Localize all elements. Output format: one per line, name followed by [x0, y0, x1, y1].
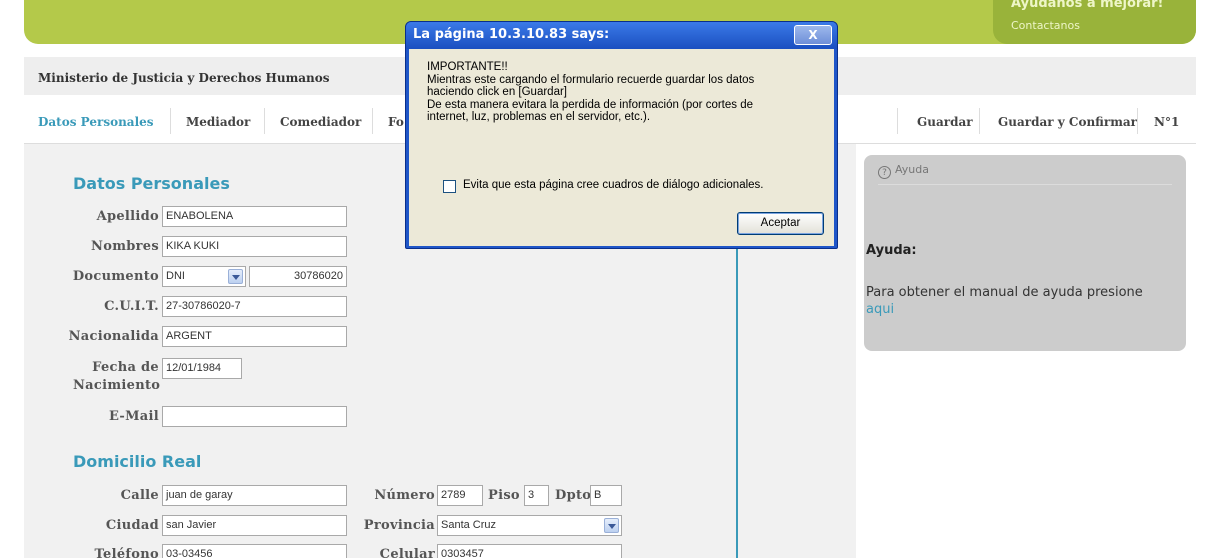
help-body-text: Para obtener el manual de ayuda presione: [866, 285, 1143, 300]
email-input[interactable]: [162, 406, 347, 427]
dpto-input[interactable]: B: [590, 485, 622, 506]
numero-input[interactable]: 2789: [437, 485, 483, 506]
help-divider: [878, 184, 1172, 185]
provincia-label: Provincia: [363, 518, 435, 533]
chevron-down-icon[interactable]: [604, 518, 619, 533]
chevron-down-icon[interactable]: [228, 269, 243, 284]
dialog-content: IMPORTANTE!! Mientras este cargando el f…: [409, 49, 834, 246]
dialog-titlebar[interactable]: La página 10.3.10.83 says: X: [406, 22, 837, 49]
nav-separator: [897, 108, 898, 134]
column-divider: [736, 240, 738, 558]
nav-separator: [170, 108, 171, 134]
telefono-input[interactable]: 03-03456: [162, 544, 347, 558]
nav-separator: [264, 108, 265, 134]
help-manual-link[interactable]: aqui: [866, 302, 894, 317]
help-header-label: Ayuda: [895, 163, 929, 176]
help-panel-header: ? Ayuda: [878, 163, 929, 179]
celular-input[interactable]: 0303457: [437, 544, 622, 558]
provincia-value: Santa Cruz: [441, 519, 497, 531]
telefono-label: Teléfono: [94, 547, 159, 558]
piso-label: Piso: [488, 488, 520, 503]
nombres-input[interactable]: KIKA KUKI: [162, 236, 347, 257]
nombres-label: Nombres: [91, 239, 159, 254]
provincia-select[interactable]: Santa Cruz: [437, 515, 622, 536]
cuit-label: C.U.I.T.: [104, 299, 159, 314]
help-title: Ayuda:: [866, 243, 917, 258]
nav-separator: [979, 108, 980, 134]
cuit-input[interactable]: 27-30786020-7: [162, 296, 347, 317]
dialog-message-line: De esta manera evitara la perdida de inf…: [427, 98, 754, 111]
piso-input[interactable]: 3: [524, 485, 549, 506]
calle-input[interactable]: juan de garay: [162, 485, 347, 506]
nav-guardar[interactable]: Guardar: [917, 115, 973, 129]
close-button[interactable]: X: [794, 25, 832, 45]
calle-label: Calle: [120, 488, 159, 503]
email-label: E-Mail: [108, 409, 159, 424]
ciudad-input[interactable]: san Javier: [162, 515, 347, 536]
help-panel: ? Ayuda Ayuda: Para obtener el manual de …: [864, 155, 1186, 351]
dialog-message: IMPORTANTE!! Mientras este cargando el f…: [427, 61, 827, 124]
nav-comediador[interactable]: Comediador: [280, 115, 361, 129]
nav-fo[interactable]: Fo: [388, 115, 404, 129]
nav-separator: [1137, 108, 1138, 134]
celular-label: Celular: [379, 547, 435, 558]
section-title-domicilio-real: Domicilio Real: [73, 452, 202, 471]
documento-type-value: DNI: [166, 270, 185, 282]
fecha-label: Fecha de: [92, 360, 159, 375]
nav-separator: [372, 108, 373, 134]
documento-number-input[interactable]: 30786020: [249, 266, 347, 287]
dialog-message-line: internet, luz, problemas en el servidor,…: [427, 111, 651, 123]
fecha-label-line2: Nacimiento: [73, 378, 161, 393]
dialog-message-line: IMPORTANTE!!: [427, 61, 508, 73]
question-icon: ?: [878, 166, 891, 179]
apellido-input[interactable]: ENABOLENA: [162, 206, 347, 227]
alert-dialog: La página 10.3.10.83 says: X IMPORTANTE!…: [405, 21, 838, 249]
apellido-label: Apellido: [96, 209, 159, 224]
contact-link[interactable]: Contactanos: [1011, 19, 1080, 32]
nav-number[interactable]: N°1: [1154, 115, 1179, 129]
dpto-label: Dpto: [555, 488, 592, 503]
numero-label: Número: [374, 488, 435, 503]
dialog-message-line: Mientras este cargando el formulario rec…: [427, 73, 755, 86]
nav-guardar-confirmar[interactable]: Guardar y Confirmar: [998, 115, 1137, 129]
suppress-dialogs-label[interactable]: Evita que esta página cree cuadros de di…: [463, 179, 763, 191]
nav-mediador[interactable]: Mediador: [186, 115, 250, 129]
feedback-link[interactable]: Ayudanos a mejorar! Contactanos: [993, 0, 1196, 44]
accept-button[interactable]: Aceptar: [737, 212, 824, 235]
dialog-message-line: haciendo click en [Guardar]: [427, 86, 567, 98]
documento-label: Documento: [72, 269, 159, 284]
feedback-title: Ayudanos a mejorar!: [1011, 0, 1164, 11]
fecha-nacimiento-input[interactable]: 12/01/1984: [162, 358, 242, 379]
dialog-title: La página 10.3.10.83 says:: [413, 27, 610, 42]
ministry-name: Ministerio de Justicia y Derechos Humano…: [38, 71, 330, 85]
suppress-dialogs-checkbox[interactable]: [443, 180, 456, 193]
help-body: Para obtener el manual de ayuda presione…: [866, 284, 1166, 318]
section-title-datos-personales: Datos Personales: [73, 174, 230, 193]
nav-datos-personales[interactable]: Datos Personales: [38, 115, 154, 129]
ciudad-label: Ciudad: [105, 518, 159, 533]
nacionalidad-input[interactable]: ARGENT: [162, 326, 347, 347]
nacionalidad-label: Nacionalida: [68, 329, 159, 344]
documento-type-select[interactable]: DNI: [162, 266, 246, 287]
